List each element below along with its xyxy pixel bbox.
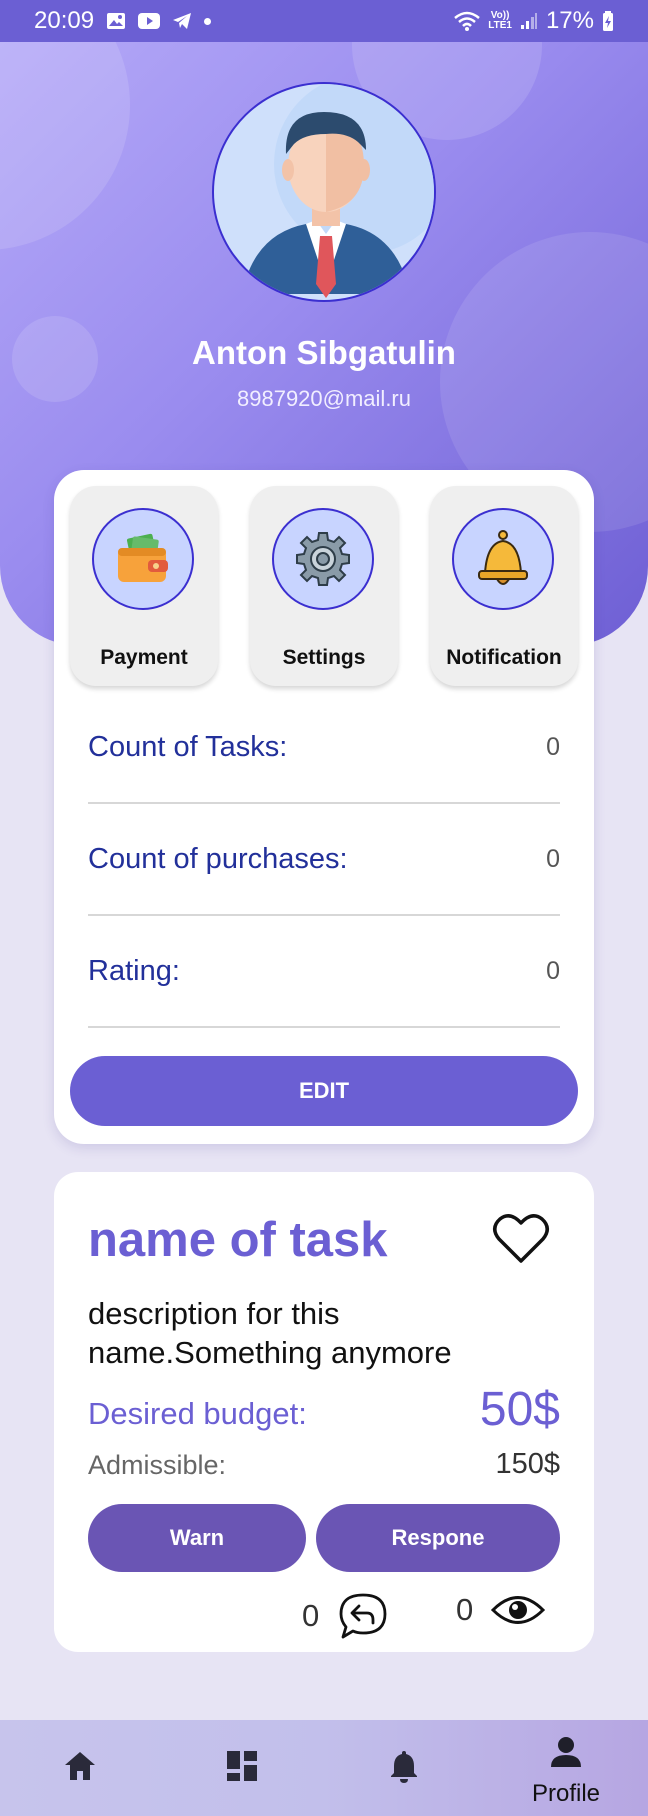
telegram-icon <box>172 12 192 30</box>
notification-label: Notification <box>446 646 562 669</box>
signal-icon <box>520 12 538 30</box>
favorite-heart-icon[interactable] <box>490 1208 552 1270</box>
status-time: 20:09 <box>34 7 95 34</box>
settings-button[interactable]: Settings <box>250 486 398 686</box>
dashboard-icon <box>222 1746 262 1786</box>
nav-dashboard[interactable] <box>182 1720 302 1816</box>
views-counter: 0 <box>456 1592 546 1628</box>
profile-card: Payment Settings Notification Count of T… <box>54 470 594 1144</box>
gallery-icon <box>106 12 126 30</box>
respone-button[interactable]: Respone <box>316 1504 560 1572</box>
stat-row-tasks: Count of Tasks: 0 <box>88 692 560 804</box>
battery-charging-icon <box>602 11 614 31</box>
stat-label: Rating: <box>88 954 180 987</box>
reply-bubble-icon[interactable] <box>337 1592 389 1640</box>
settings-label: Settings <box>282 646 366 669</box>
wifi-icon <box>454 11 481 31</box>
warn-button[interactable]: Warn <box>88 1504 306 1572</box>
user-email: 8987920@mail.ru <box>237 386 411 411</box>
nav-profile-label: Profile <box>531 1780 601 1807</box>
youtube-icon <box>138 13 161 29</box>
bottom-navigation: Profile <box>0 1720 648 1816</box>
payment-label: Payment <box>100 646 188 669</box>
nav-home[interactable] <box>20 1720 140 1816</box>
views-count: 0 <box>456 1592 474 1627</box>
edit-button[interactable]: EDIT <box>70 1056 578 1126</box>
budget-label: Desired budget: <box>88 1396 307 1431</box>
admissible-value: 150$ <box>495 1448 560 1480</box>
battery-percent: 17% <box>545 7 594 34</box>
responses-counter: 0 <box>302 1592 389 1640</box>
lte-label: LTE1 <box>488 20 512 31</box>
bell-icon <box>384 1746 424 1786</box>
payment-button[interactable]: Payment <box>70 486 218 686</box>
dot-icon <box>204 17 212 25</box>
stat-label: Count of purchases: <box>88 842 348 875</box>
status-bar: 20:09 Vo)) LTE1 17% <box>0 0 648 42</box>
stat-row-rating: Rating: 0 <box>88 916 560 1028</box>
stat-value: 0 <box>546 956 560 985</box>
settings-icon-circle <box>272 508 374 610</box>
task-description: description for this name.Something anym… <box>88 1296 452 1370</box>
task-card[interactable]: name of task description for this name.S… <box>54 1172 594 1652</box>
bell-icon <box>478 530 528 585</box>
stat-label: Count of Tasks: <box>88 730 288 763</box>
stat-value: 0 <box>546 844 560 873</box>
businessman-avatar-icon <box>242 84 434 298</box>
eye-icon <box>491 1593 546 1627</box>
wallet-icon <box>118 533 168 582</box>
user-name: Anton Sibgatulin <box>192 334 456 371</box>
notification-button[interactable]: Notification <box>430 486 578 686</box>
responses-count: 0 <box>302 1598 320 1633</box>
task-title: name of task <box>88 1213 388 1267</box>
budget-value: 50$ <box>479 1383 560 1436</box>
person-icon <box>546 1732 586 1772</box>
notification-icon-circle <box>452 508 554 610</box>
nav-profile[interactable]: Profile <box>506 1720 626 1816</box>
quick-actions: Payment Settings Notification <box>70 486 578 686</box>
stats-list: Count of Tasks: 0 Count of purchases: 0 … <box>88 692 560 1028</box>
payment-icon-circle <box>92 508 194 610</box>
stat-row-purchases: Count of purchases: 0 <box>88 804 560 916</box>
gear-icon <box>296 532 350 586</box>
admissible-label: Admissible: <box>88 1450 227 1480</box>
volte-icon: Vo)) LTE1 <box>488 11 512 31</box>
avatar[interactable] <box>212 82 436 302</box>
nav-notifications[interactable] <box>344 1720 464 1816</box>
stat-value: 0 <box>546 732 560 761</box>
home-icon <box>60 1746 100 1786</box>
